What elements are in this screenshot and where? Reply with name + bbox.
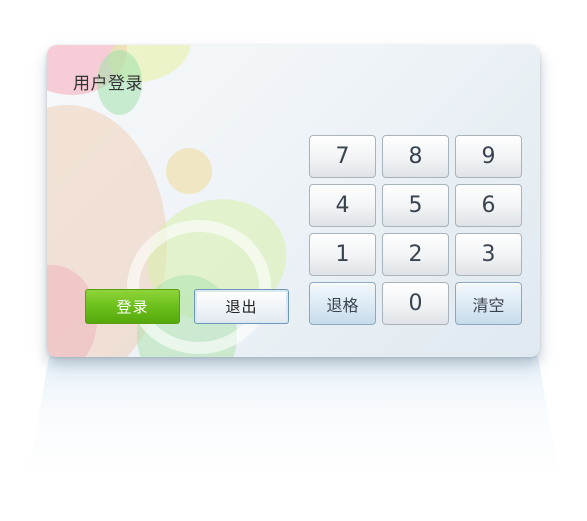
login-button[interactable]: 登录 bbox=[85, 289, 180, 324]
key-2[interactable]: 2 bbox=[382, 233, 449, 276]
key-0[interactable]: 0 bbox=[382, 282, 449, 325]
decor-bubble bbox=[166, 148, 212, 194]
key-7[interactable]: 7 bbox=[309, 135, 376, 178]
key-8[interactable]: 8 bbox=[382, 135, 449, 178]
screen: 用户登录 7 8 9 4 5 6 1 2 3 退格 0 清空 登录 退出 bbox=[0, 0, 587, 521]
backspace-key[interactable]: 退格 bbox=[309, 282, 376, 325]
key-3[interactable]: 3 bbox=[455, 233, 522, 276]
decor-bubble bbox=[127, 220, 271, 354]
exit-button[interactable]: 退出 bbox=[194, 289, 289, 324]
panel-reflection bbox=[28, 356, 559, 476]
key-5[interactable]: 5 bbox=[382, 184, 449, 227]
key-1[interactable]: 1 bbox=[309, 233, 376, 276]
dialog-title: 用户登录 bbox=[73, 74, 143, 94]
key-4[interactable]: 4 bbox=[309, 184, 376, 227]
clear-key[interactable]: 清空 bbox=[455, 282, 522, 325]
key-6[interactable]: 6 bbox=[455, 184, 522, 227]
login-dialog: 用户登录 7 8 9 4 5 6 1 2 3 退格 0 清空 登录 退出 bbox=[47, 45, 540, 357]
key-9[interactable]: 9 bbox=[455, 135, 522, 178]
numeric-keypad: 7 8 9 4 5 6 1 2 3 退格 0 清空 bbox=[309, 135, 522, 325]
